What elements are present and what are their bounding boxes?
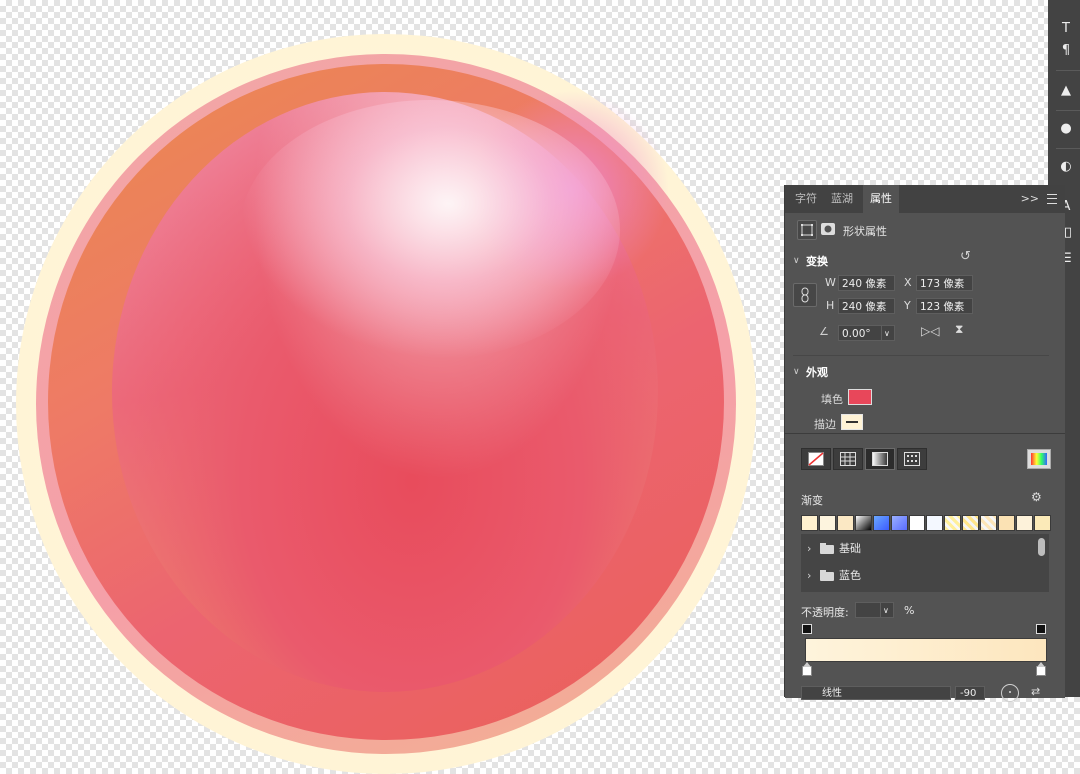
- transform-section-label: 变换: [806, 255, 828, 268]
- folder-blue[interactable]: › 蓝色: [801, 563, 1031, 589]
- x-field[interactable]: 173 像素: [916, 275, 973, 291]
- gradient-preset[interactable]: [1033, 515, 1051, 531]
- shape-properties-title: 形状属性: [843, 225, 887, 238]
- angle-dial-icon[interactable]: [1001, 684, 1019, 702]
- paragraph-tool-icon[interactable]: ¶: [1056, 44, 1076, 58]
- folder-basic-label: 基础: [839, 542, 861, 555]
- color-stop-left[interactable]: [802, 662, 812, 676]
- gradient-preset[interactable]: [908, 515, 926, 531]
- link-dimensions-icon[interactable]: [793, 283, 817, 307]
- solid-color-icon[interactable]: [833, 448, 863, 470]
- opacity-dropdown-icon[interactable]: ∨: [880, 602, 894, 618]
- gradient-preset[interactable]: [962, 515, 980, 531]
- panel-tab-bar: 字符 蓝湖 属性 >>: [785, 185, 1065, 213]
- tab-lanhu[interactable]: 蓝湖: [825, 185, 859, 213]
- mask-icon[interactable]: [819, 220, 837, 238]
- chevron-right-icon[interactable]: ›: [807, 536, 811, 562]
- reset-icon[interactable]: ↺: [960, 249, 971, 264]
- chevron-down-icon[interactable]: ∨: [793, 256, 800, 266]
- gradient-preset[interactable]: [1016, 515, 1033, 531]
- gradient-preset[interactable]: [854, 515, 872, 531]
- color-picker-icon[interactable]: [1027, 449, 1051, 469]
- gradient-preset[interactable]: [818, 515, 836, 531]
- gradient-icon[interactable]: [865, 448, 895, 470]
- angle-icon: ∠: [819, 325, 829, 338]
- tab-character[interactable]: 字符: [789, 185, 823, 213]
- width-field[interactable]: 240 像素: [838, 275, 895, 291]
- panel-menu-icon[interactable]: [1047, 194, 1057, 204]
- shape-tool-icon[interactable]: ▲: [1056, 84, 1076, 98]
- flip-vertical-icon[interactable]: ⧗: [955, 322, 963, 337]
- gradient-preset[interactable]: [890, 515, 908, 531]
- adjust-tool-icon[interactable]: ◐: [1056, 160, 1076, 174]
- angle-field[interactable]: 0.00°: [838, 325, 882, 341]
- angle-dropdown-icon[interactable]: ∨: [881, 325, 895, 341]
- fill-picker-popup: 渐变 ⚙ › 基础 › 蓝色 不透明度: ∨ % 线性 -90 ⇄: [785, 433, 1065, 702]
- reverse-gradient-icon[interactable]: ⇄: [1031, 685, 1040, 698]
- x-label: X: [904, 276, 912, 289]
- y-field[interactable]: 123 像素: [916, 298, 973, 314]
- opacity-stop-left[interactable]: [802, 624, 812, 634]
- opacity-stop-right[interactable]: [1036, 624, 1046, 634]
- chevron-down-icon[interactable]: ∨: [793, 367, 800, 377]
- opacity-label: 不透明度:: [801, 606, 849, 619]
- no-fill-icon[interactable]: [801, 448, 831, 470]
- opacity-field[interactable]: [855, 602, 881, 618]
- stroke-color-swatch[interactable]: [841, 414, 863, 430]
- folder-basic[interactable]: › 基础: [801, 536, 1031, 562]
- gradient-folder-list: › 基础 › 蓝色: [801, 534, 1049, 592]
- gradient-style-select[interactable]: 线性: [801, 686, 951, 700]
- gradient-angle-field[interactable]: -90: [955, 686, 985, 700]
- folder-scrollbar[interactable]: [1038, 538, 1045, 556]
- y-label: Y: [904, 299, 911, 312]
- type-tool-icon[interactable]: T: [1056, 22, 1076, 36]
- flip-horizontal-icon[interactable]: ▷◁: [921, 324, 939, 338]
- opacity-unit: %: [904, 604, 915, 617]
- gradient-preset-row: [801, 515, 1051, 531]
- chevron-right-icon[interactable]: ›: [807, 563, 811, 589]
- color-stop-right[interactable]: [1036, 662, 1046, 676]
- gradient-section-label: 渐变: [801, 494, 823, 507]
- gradient-preset[interactable]: [998, 515, 1016, 531]
- gear-icon[interactable]: ⚙: [1031, 490, 1042, 504]
- orb-highlight: [240, 100, 620, 360]
- panel-collapse-icon[interactable]: >>: [1021, 192, 1039, 205]
- width-label: W: [825, 276, 836, 289]
- fill-color-swatch[interactable]: [848, 389, 872, 405]
- shape-properties-icon[interactable]: [797, 220, 817, 240]
- section-divider: [793, 355, 1049, 356]
- height-field[interactable]: 240 像素: [838, 298, 895, 314]
- gradient-preset[interactable]: [801, 515, 818, 531]
- height-label: H: [826, 299, 835, 312]
- gradient-preset[interactable]: [980, 515, 998, 531]
- appearance-section-label: 外观: [806, 366, 828, 379]
- folder-icon: [820, 570, 834, 581]
- tool-divider: [1056, 70, 1080, 71]
- pattern-icon[interactable]: [897, 448, 927, 470]
- folder-icon: [820, 543, 834, 554]
- tab-properties[interactable]: 属性: [863, 185, 899, 213]
- stroke-label: 描边: [814, 418, 836, 431]
- gradient-preset[interactable]: [836, 515, 854, 531]
- tool-divider: [1056, 148, 1080, 149]
- brush-tool-icon[interactable]: ●: [1056, 122, 1076, 136]
- properties-panel: 字符 蓝湖 属性 >> 形状属性 ∨ 变换 ↺ W 240 像素 X 173 像…: [784, 185, 1065, 702]
- folder-blue-label: 蓝色: [839, 569, 861, 582]
- tool-divider: [1056, 110, 1080, 111]
- gradient-preset[interactable]: [872, 515, 890, 531]
- gradient-preset[interactable]: [944, 515, 962, 531]
- gradient-preset[interactable]: [926, 515, 944, 531]
- gradient-bar[interactable]: [805, 638, 1047, 662]
- fill-label: 填色: [821, 393, 843, 406]
